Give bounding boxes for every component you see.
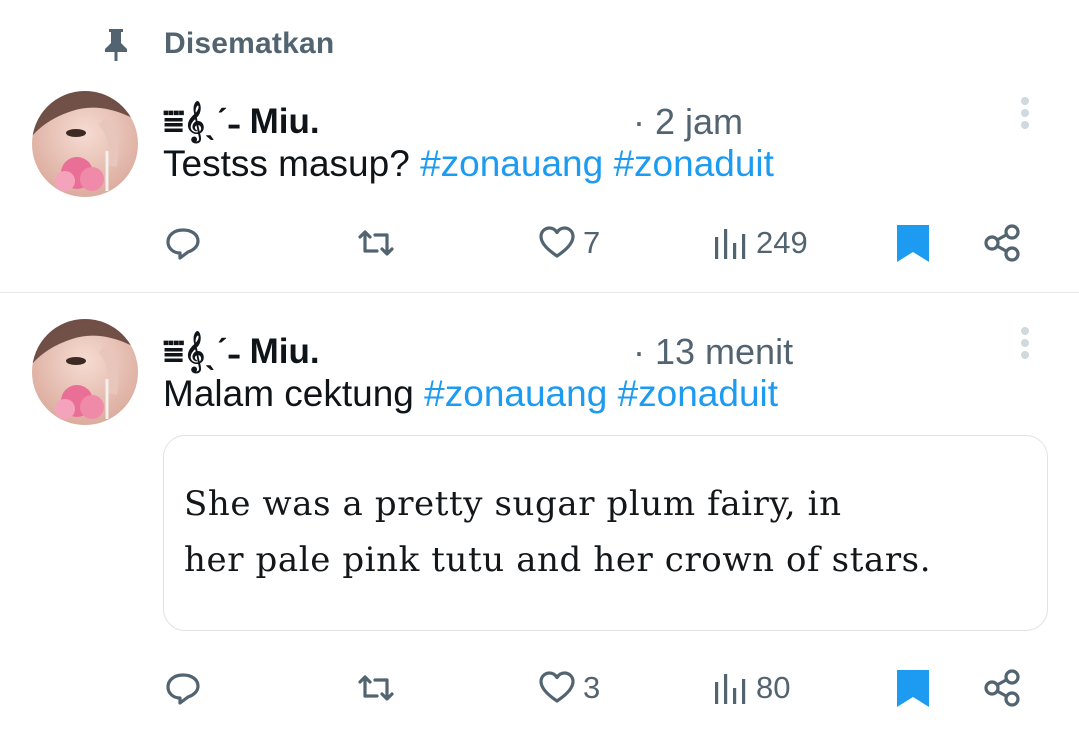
views-button[interactable]: 249	[712, 218, 808, 268]
hashtag-link[interactable]: #zonaduit	[618, 373, 778, 414]
image-text-line: her pale pink tutu and her crown of star…	[184, 540, 932, 580]
retweet-button[interactable]	[355, 218, 397, 268]
like-count: 3	[583, 670, 601, 705]
reply-icon	[166, 673, 200, 705]
retweet-button[interactable]	[355, 663, 397, 713]
retweet-icon	[358, 675, 394, 701]
view-count: 249	[756, 225, 808, 260]
pinned-label: Disematkan	[164, 27, 335, 60]
author-name[interactable]: ⩸𝄞ˎˊ˗ Miu.	[163, 102, 320, 141]
pin-icon	[105, 29, 127, 61]
reply-icon	[166, 228, 200, 260]
heart-icon	[539, 671, 575, 703]
tweet-body: Testss masup?	[163, 143, 410, 184]
avatar[interactable]	[32, 91, 138, 197]
views-icon	[715, 229, 746, 259]
more-icon[interactable]	[1013, 324, 1037, 364]
image-text-line: She was a pretty sugar plum fairy, in	[184, 484, 842, 524]
tweet-text: Testss masup? #zonauang #zonaduit	[163, 142, 774, 186]
action-bar: 3 80	[0, 663, 1079, 713]
reply-button[interactable]	[163, 218, 203, 268]
avatar[interactable]	[32, 319, 138, 425]
author-name[interactable]: ⩸𝄞ˎˊ˗ Miu.	[163, 332, 320, 371]
share-icon	[984, 224, 1020, 262]
views-button[interactable]: 80	[712, 663, 790, 713]
tweet-text: Malam cektung #zonauang #zonaduit	[163, 372, 778, 416]
more-icon[interactable]	[1013, 94, 1037, 134]
author-row: ⩸𝄞ˎˊ˗ Miu.	[163, 332, 320, 372]
share-button[interactable]	[982, 218, 1024, 268]
like-count: 7	[583, 225, 601, 260]
bookmark-button[interactable]	[894, 218, 932, 268]
retweet-icon	[358, 230, 394, 256]
hashtag-link[interactable]: #zonauang	[420, 143, 603, 184]
share-button[interactable]	[982, 663, 1024, 713]
bookmark-button[interactable]	[894, 663, 932, 713]
timestamp[interactable]: · 13 menit	[633, 332, 793, 372]
tweet[interactable]: ⩸𝄞ˎˊ˗ Miu. · 13 menit Malam cektung #zon…	[0, 294, 1079, 731]
timestamp[interactable]: · 2 jam	[633, 102, 743, 142]
tweet-body: Malam cektung	[163, 373, 414, 414]
image-text: She was a pretty sugar plum fairy, in he…	[184, 476, 931, 588]
like-button[interactable]: 7	[537, 218, 600, 268]
bookmark-icon	[897, 225, 929, 262]
author-row: ⩸𝄞ˎˊ˗ Miu.	[163, 102, 320, 142]
hashtag-link[interactable]: #zonauang	[424, 373, 607, 414]
views-icon	[715, 674, 746, 704]
view-count: 80	[756, 670, 791, 705]
attached-image[interactable]: She was a pretty sugar plum fairy, in he…	[163, 435, 1048, 631]
pinned-header: Disematkan	[0, 0, 1079, 90]
tweet[interactable]: ⩸𝄞ˎˊ˗ Miu. · 2 jam Testss masup? #zonaua…	[0, 88, 1079, 293]
hashtag-link[interactable]: #zonaduit	[613, 143, 773, 184]
like-button[interactable]: 3	[537, 663, 600, 713]
action-bar: 7 249	[0, 218, 1079, 268]
reply-button[interactable]	[163, 663, 203, 713]
share-icon	[984, 669, 1020, 707]
heart-icon	[539, 226, 575, 258]
bookmark-icon	[897, 670, 929, 707]
